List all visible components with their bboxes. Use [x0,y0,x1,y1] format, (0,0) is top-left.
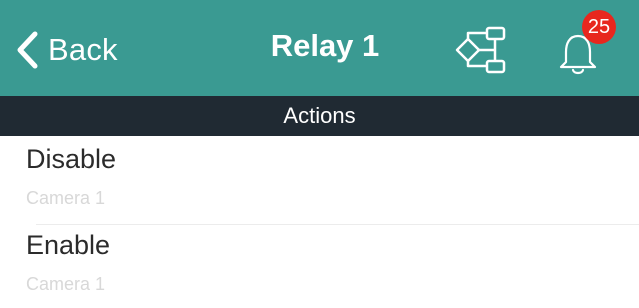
flow-diagram-icon[interactable] [455,24,507,76]
chevron-left-icon [17,31,38,69]
relay-actions-screen: Back Relay 1 25 Actions Disable Camera 1… [0,0,639,298]
action-title: Enable [26,230,111,260]
action-subtitle: Camera 1 [26,188,106,208]
action-subtitle: Camera 1 [26,274,106,294]
action-title: Disable [26,144,117,174]
action-item-enable[interactable]: Enable Camera 1 [0,222,639,308]
back-button-label: Back [48,32,118,67]
page-title: Relay 1 [270,28,380,63]
back-button[interactable]: Back [14,24,118,76]
navigation-bar: Back Relay 1 25 [0,0,639,96]
section-header: Actions [0,96,639,136]
action-item-disable[interactable]: Disable Camera 1 [0,136,639,222]
notification-badge: 25 [582,10,616,44]
